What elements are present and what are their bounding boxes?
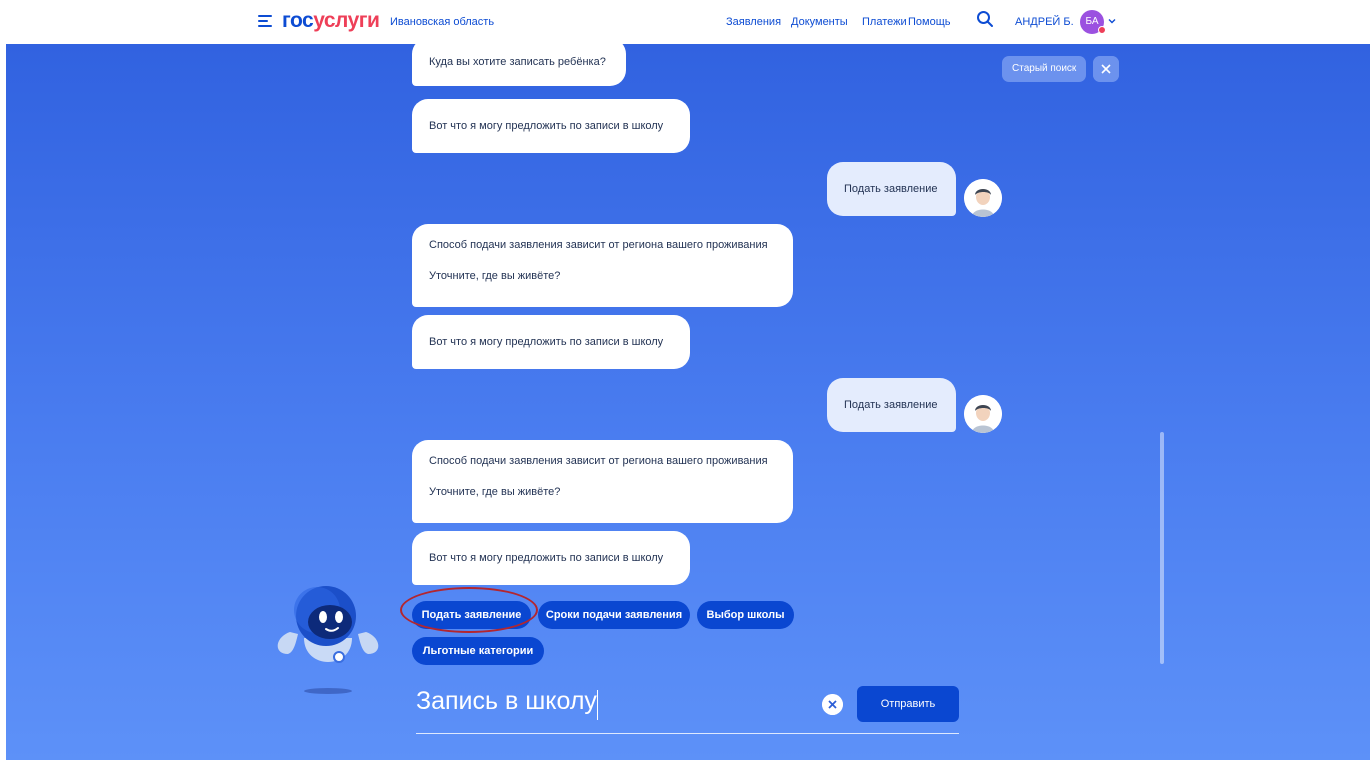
message-text: Вот что я могу предложить по записи в шк… xyxy=(429,336,664,348)
nav-payments[interactable]: Платежи xyxy=(862,16,907,28)
highlight-circle xyxy=(400,587,538,633)
logo-part-uslugi: услуги xyxy=(313,9,380,32)
logo-part-gos: гос xyxy=(282,9,314,32)
message-input[interactable]: Запись в школу xyxy=(416,687,597,716)
bot-message: Способ подачи заявления зависит от регио… xyxy=(412,440,793,523)
message-text: Вот что я могу предложить по записи в шк… xyxy=(429,552,664,564)
message-text: Подать заявление xyxy=(844,183,938,195)
search-icon[interactable] xyxy=(976,10,994,28)
region-selector[interactable]: Ивановская область xyxy=(390,16,494,28)
quick-reply-school-choice[interactable]: Выбор школы xyxy=(697,601,794,629)
message-text: Уточните, где вы живёте? xyxy=(429,270,561,282)
user-avatar-icon xyxy=(964,395,1002,433)
top-header: госуслуги Ивановская область Заявления Д… xyxy=(0,0,1370,44)
notification-dot xyxy=(1098,26,1106,34)
text-caret xyxy=(597,690,598,720)
user-name[interactable]: АНДРЕЙ Б. xyxy=(1015,16,1074,28)
clear-icon[interactable] xyxy=(822,694,843,715)
message-text: Уточните, где вы живёте? xyxy=(429,486,561,498)
close-icon[interactable] xyxy=(1093,56,1119,82)
quick-reply-benefit-categories[interactable]: Льготные категории xyxy=(412,637,544,665)
user-avatar-icon xyxy=(964,179,1002,217)
nav-applications[interactable]: Заявления xyxy=(726,16,781,28)
bot-message: Куда вы хотите записать ребёнка? xyxy=(412,38,626,86)
bot-message: Вот что я могу предложить по записи в шк… xyxy=(412,315,690,369)
gosuslugi-logo[interactable]: госуслуги xyxy=(282,9,380,33)
chat-area xyxy=(6,44,1370,760)
input-underline xyxy=(416,733,959,734)
message-text: Куда вы хотите записать ребёнка? xyxy=(429,56,606,68)
hamburger-icon[interactable] xyxy=(258,15,272,27)
old-search-button[interactable]: Старый поиск xyxy=(1002,56,1087,82)
bot-message: Способ подачи заявления зависит от регио… xyxy=(412,224,793,307)
robot-assistant-icon xyxy=(277,586,379,694)
user-message: Подать заявление xyxy=(827,378,956,432)
bot-message: Вот что я могу предложить по записи в шк… xyxy=(412,531,690,585)
message-text: Способ подачи заявления зависит от регио… xyxy=(429,455,768,467)
quick-reply-deadlines[interactable]: Сроки подачи заявления xyxy=(538,601,690,629)
bot-message: Вот что я могу предложить по записи в шк… xyxy=(412,99,690,153)
message-text: Вот что я могу предложить по записи в шк… xyxy=(429,120,664,132)
message-text: Способ подачи заявления зависит от регио… xyxy=(429,239,768,251)
user-message: Подать заявление xyxy=(827,162,956,216)
send-button[interactable]: Отправить xyxy=(857,686,959,722)
chat-scrollbar[interactable] xyxy=(1160,432,1164,664)
nav-documents[interactable]: Документы xyxy=(791,16,848,28)
page: госуслуги Ивановская область Заявления Д… xyxy=(0,0,1370,760)
nav-help[interactable]: Помощь xyxy=(908,16,951,28)
chevron-down-icon[interactable] xyxy=(1107,16,1117,26)
message-text: Подать заявление xyxy=(844,399,938,411)
